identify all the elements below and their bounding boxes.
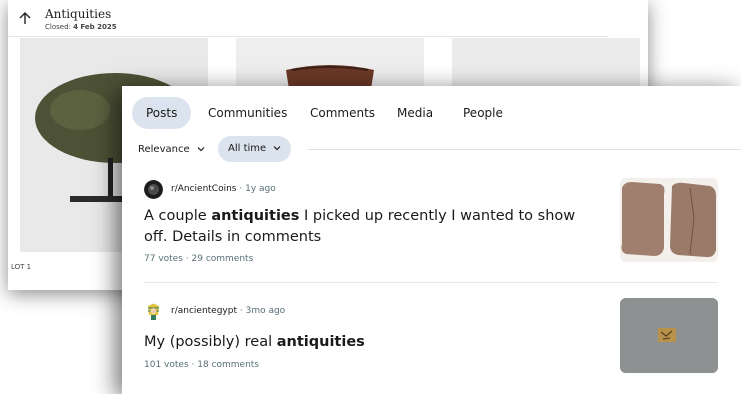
post-thumbnail[interactable]: [620, 298, 718, 373]
time-filter-label: All time: [228, 143, 267, 154]
vote-count: 77 votes: [144, 254, 183, 264]
vote-count: 101 votes: [144, 360, 189, 370]
divider: [308, 149, 741, 150]
tab-communities[interactable]: Communities: [194, 97, 301, 129]
post-age: 1y ago: [245, 184, 276, 194]
comment-count: 29 comments: [191, 254, 254, 264]
time-filter-dropdown[interactable]: All time: [218, 136, 292, 162]
auction-closed-date: Closed: 4 Feb 2025: [45, 23, 117, 31]
auction-header: Antiquities Closed: 4 Feb 2025: [8, 0, 608, 37]
sort-label: Relevance: [138, 144, 190, 155]
clay-tablets-image: [620, 178, 718, 262]
tab-posts[interactable]: Posts: [132, 97, 192, 129]
filters-row: Relevance All time: [122, 136, 741, 164]
post-title[interactable]: A couple antiquities I picked up recentl…: [144, 206, 584, 248]
search-results-panel: Posts Communities Comments Media People …: [122, 86, 741, 394]
post-divider: [144, 282, 718, 283]
post-meta: 101 votes · 18 comments: [144, 360, 259, 370]
post-meta: 77 votes · 29 comments: [144, 254, 254, 264]
subreddit-name[interactable]: r/ancientegypt · 3mo ago: [171, 306, 285, 316]
chevron-down-icon: [197, 147, 205, 152]
chevron-down-icon: [273, 146, 281, 151]
tab-media[interactable]: Media: [383, 97, 447, 129]
arrow-up-icon[interactable]: [18, 11, 32, 25]
scarab-seal-image: [620, 298, 718, 373]
post-thumbnail[interactable]: [620, 178, 718, 262]
sort-dropdown[interactable]: Relevance: [130, 138, 213, 162]
subreddit-avatar-pharaoh-icon[interactable]: [144, 302, 163, 321]
post-title[interactable]: My (possibly) real antiquities: [144, 332, 584, 353]
subreddit-name[interactable]: r/AncientCoins · 1y ago: [171, 184, 276, 194]
subreddit-avatar-coin-icon[interactable]: [144, 180, 163, 199]
lot-label: LOT 1: [11, 263, 32, 271]
post-age: 3mo ago: [245, 306, 286, 316]
comment-count: 18 comments: [197, 360, 259, 370]
tab-people[interactable]: People: [449, 97, 517, 129]
search-result-post[interactable]: r/AncientCoins · 1y ago A couple antiqui…: [122, 174, 741, 284]
search-result-post[interactable]: r/ancientegypt · 3mo ago My (possibly) r…: [122, 296, 741, 394]
auction-title: Antiquities: [45, 7, 112, 21]
tab-comments[interactable]: Comments: [296, 97, 389, 129]
